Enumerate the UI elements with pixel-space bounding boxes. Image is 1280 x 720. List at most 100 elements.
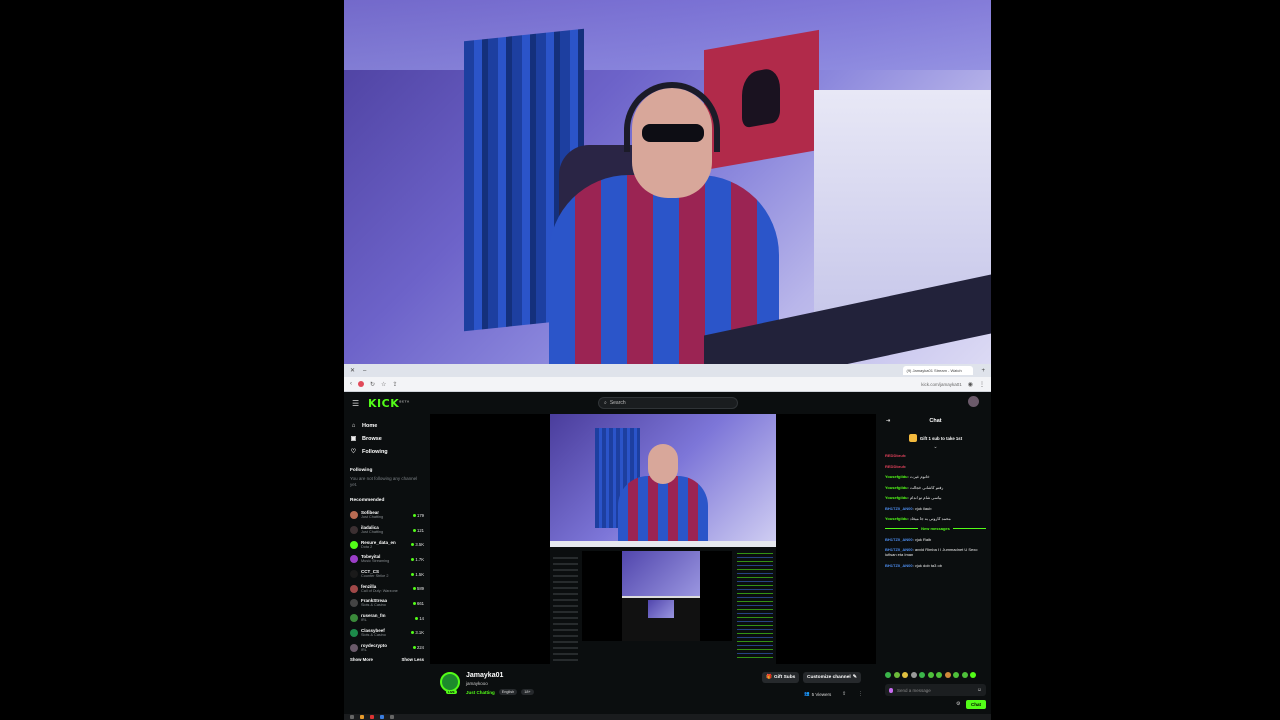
emote-icon[interactable]: [927, 672, 934, 678]
chevron-down-icon[interactable]: ⌄: [885, 444, 986, 450]
recommended-channel[interactable]: iladalica Just Chatting 121: [350, 523, 424, 538]
tab-strip: ✕ – (9) Jamayka01 Stream - Watch +: [344, 364, 991, 377]
app-icon[interactable]: [370, 715, 374, 719]
customize-channel-button[interactable]: Customize channel ✎: [803, 672, 861, 683]
nav-home[interactable]: ⌂ Home: [350, 419, 424, 432]
recommended-channel[interactable]: fenzilla Call of Duty: Warzone 589: [350, 581, 424, 596]
emote-icon[interactable]: [902, 672, 908, 678]
url-field[interactable]: kick.com/jamayka01: [921, 382, 962, 387]
close-window-icon[interactable]: ✕: [350, 367, 355, 374]
gift-box-icon: [908, 434, 917, 442]
recommended-channel[interactable]: Tobeyital Music Streaming 1.7K: [350, 552, 424, 567]
gift-banner[interactable]: Gift 1 sub to take 1st: [885, 432, 986, 444]
viewer-count: 1.5K: [411, 572, 424, 577]
kick-logo[interactable]: KICKBETA: [368, 397, 410, 410]
webcam-video: [344, 0, 991, 364]
send-chat-button[interactable]: Chat: [966, 700, 986, 709]
new-tab-icon[interactable]: +: [981, 368, 985, 374]
viewer-count: 👥 5 Viewers: [804, 691, 832, 697]
show-less-button[interactable]: Show Less: [402, 657, 424, 662]
more-menu-icon[interactable]: ⋮: [979, 381, 985, 388]
user-avatar[interactable]: [968, 396, 979, 407]
share-icon[interactable]: ⇪: [392, 381, 397, 388]
channel-category: Music Streaming: [361, 559, 390, 564]
recommended-channel[interactable]: Sofibear Just Chatting 179: [350, 508, 424, 523]
channel-text: Resure_data_en Dota 2: [361, 540, 408, 550]
start-icon[interactable]: [350, 715, 354, 719]
inner-browser-capture: [550, 541, 776, 664]
profile-icon[interactable]: ◉: [968, 381, 973, 388]
emote-icon[interactable]: [953, 672, 959, 678]
nav-following[interactable]: ♡ Following: [350, 445, 424, 458]
emote-icon[interactable]: [936, 672, 942, 678]
emote-icon[interactable]: [961, 672, 968, 678]
video-player[interactable]: [430, 414, 876, 664]
recommended-channel[interactable]: roydecrypto IRL 224: [350, 640, 424, 655]
edit-icon: ✎: [852, 675, 857, 680]
chat-username[interactable]: Yousefgildu: [885, 516, 908, 521]
browser-tab[interactable]: (9) Jamayka01 Stream - Watch: [903, 366, 974, 375]
search-input[interactable]: ⌕ Search: [598, 397, 738, 409]
channel-text: Sofibear Just Chatting: [361, 510, 410, 520]
inner-webcam: [550, 414, 776, 541]
wall-flag: [704, 29, 819, 171]
channel-category: IRL: [361, 647, 367, 652]
tag-language[interactable]: English: [498, 689, 518, 695]
emote-icon[interactable]: [885, 672, 891, 678]
chat-message: BH1TZ0_AN00: vjuk Raib: [885, 537, 986, 542]
app-icon[interactable]: [390, 715, 394, 719]
star-icon[interactable]: ☆: [381, 381, 386, 388]
app-icon[interactable]: [360, 715, 364, 719]
chat-separator: :: [905, 453, 907, 458]
hamburger-menu-icon[interactable]: ☰: [352, 399, 362, 408]
emote-icon[interactable]: [910, 672, 917, 678]
channel-avatar: [350, 643, 358, 652]
screen: ✕ – (9) Jamayka01 Stream - Watch + ‹ ↻ ☆…: [0, 0, 1280, 720]
chat-username[interactable]: REDDbruh: [885, 453, 905, 458]
recommended-channel[interactable]: Classybeef Slots & Casino 3.1K: [350, 626, 424, 641]
chat-username[interactable]: BH1TZ0_AN00: [885, 563, 913, 568]
channel-category: Just Chatting: [361, 515, 384, 520]
reload-icon[interactable]: ↻: [370, 381, 375, 388]
back-icon[interactable]: ‹: [350, 381, 352, 387]
app-icon[interactable]: [380, 715, 384, 719]
chat-username[interactable]: BH1TZ0_AN00: [885, 537, 913, 542]
inner-sidebar: [553, 557, 578, 662]
live-dot-icon: [415, 616, 419, 620]
chat-username[interactable]: Yousefgildu: [885, 485, 908, 490]
gear-icon[interactable]: ⚙: [956, 701, 960, 707]
emote-icon[interactable]: [944, 672, 951, 678]
emote-icon[interactable]: [919, 672, 925, 678]
channel-avatar: [350, 584, 358, 593]
show-more-button[interactable]: Show More: [350, 657, 373, 662]
recommended-channel[interactable]: FrankStreaa Slots & Casino 661: [350, 596, 424, 611]
new-messages-divider[interactable]: New messages: [885, 526, 986, 531]
share-stream-icon[interactable]: ⇪: [842, 691, 846, 697]
emote-icon[interactable]: [893, 672, 900, 678]
recommended-channel[interactable]: CCT_CS Counter Strike 2 1.5K: [350, 567, 424, 582]
recommended-channel[interactable]: Resure_data_en Dota 2 3.5K: [350, 537, 424, 552]
live-dot-icon: [411, 572, 415, 576]
chat-username[interactable]: Yousefgildu: [885, 474, 908, 479]
emoji-icon[interactable]: ☺: [977, 687, 982, 693]
chat-messages: REDDbruh: REDDbruh: Yousefgildu: خانوم غ…: [885, 453, 986, 568]
channel-avatar[interactable]: LIVE: [440, 672, 460, 694]
chat-username[interactable]: REDDbruh: [885, 464, 905, 469]
tag-age[interactable]: 18+: [521, 689, 534, 695]
more-options-icon[interactable]: ⋮: [858, 691, 863, 697]
gift-subs-button[interactable]: 🎁 Gift Subs: [762, 672, 800, 683]
chat-username[interactable]: Yousefgildu: [885, 495, 908, 500]
nav-browse[interactable]: ▣ Browse: [350, 432, 424, 445]
chat-username[interactable]: BH1TZ0_AN00: [885, 506, 913, 511]
recommended-channel[interactable]: ruseran_fm IRL 14: [350, 611, 424, 626]
channel-name[interactable]: Jamayka01: [466, 672, 503, 679]
stream-category[interactable]: Just Chatting: [466, 690, 495, 695]
collapse-chat-icon[interactable]: ⇥: [886, 418, 890, 424]
emote-icon[interactable]: [970, 672, 976, 678]
minimize-icon[interactable]: –: [363, 368, 366, 374]
address-bar: ‹ ↻ ☆ ⇪ kick.com/jamayka01 ◉ ⋮: [344, 377, 991, 392]
chat-message: BH1TZ0_AN00: vjuk dob ta3 ob: [885, 563, 986, 568]
extension-icon[interactable]: [358, 381, 364, 387]
chat-input[interactable]: Send a message ☺: [885, 684, 986, 696]
inner-chat: [737, 553, 773, 661]
